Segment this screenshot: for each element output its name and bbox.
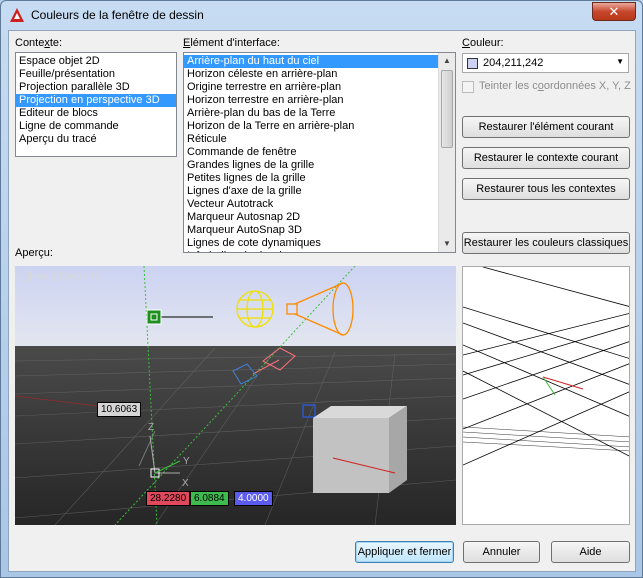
color-swatch: [467, 58, 478, 69]
context-listbox[interactable]: Espace objet 2D Feuille/présentation Proje…: [15, 52, 177, 157]
scroll-up-icon[interactable]: ▲: [439, 53, 455, 69]
coord-x-tooltip: 28.2280: [146, 491, 191, 506]
close-button[interactable]: ✕: [592, 2, 636, 21]
list-item[interactable]: Horizon terrestre en arrière-plan: [184, 94, 455, 107]
list-item[interactable]: Aperçu du tracé: [16, 133, 176, 146]
dialog-window: Couleurs de la fenêtre de dessin ✕ Conte…: [0, 0, 643, 578]
color-value: 204,211,242: [483, 57, 544, 69]
restore-element-button[interactable]: Restaurer l'élément courant: [462, 116, 630, 138]
list-item[interactable]: Vecteur Autotrack: [184, 198, 455, 211]
list-item[interactable]: Petites lignes de la grille: [184, 172, 455, 185]
cancel-button[interactable]: Annuler: [463, 541, 540, 563]
context-label: Contexte:: [15, 37, 63, 49]
side-preview-viewport: [462, 266, 630, 525]
preview-viewport: [+][Haut][Rayon X] 10.6063 Z Y X 28.2280…: [15, 266, 456, 525]
list-item[interactable]: Ligne de commande: [16, 120, 176, 133]
coord-z-tooltip: 4.0000: [234, 491, 273, 506]
list-item[interactable]: Lignes d'axe de la grille: [184, 185, 455, 198]
color-label: Couleur:: [462, 37, 504, 49]
chevron-down-icon[interactable]: ▼: [616, 57, 624, 66]
list-item[interactable]: Marqueur AutoSnap 3D: [184, 224, 455, 237]
color-combobox[interactable]: 204,211,242 ▼: [462, 53, 629, 73]
list-item[interactable]: Réticule: [184, 133, 455, 146]
tint-xyz-label: Teinter les coordonnées X, Y, Z: [479, 80, 631, 92]
list-item[interactable]: Arrière-plan du bas de la Terre: [184, 107, 455, 120]
close-icon: ✕: [608, 4, 620, 19]
list-item[interactable]: Origine terrestre en arrière-plan: [184, 81, 455, 94]
restore-classic-button[interactable]: Restaurer les couleurs classiques: [462, 232, 630, 254]
interface-element-listbox[interactable]: ▲ ▼ Arrière-plan du haut du ciel Horizon …: [183, 52, 456, 253]
side-preview-scene: [463, 267, 629, 466]
restore-all-button[interactable]: Restaurer tous les contextes: [462, 178, 630, 200]
x-axis-label: X: [182, 478, 189, 489]
list-item[interactable]: Horizon céleste en arrière-plan: [184, 68, 455, 81]
element-scrollbar[interactable]: ▲ ▼: [438, 53, 455, 252]
dialog-body: Contexte: Espace objet 2D Feuille/présent…: [8, 30, 636, 572]
list-item[interactable]: Arrière-plan du haut du ciel: [184, 55, 455, 68]
list-item[interactable]: Espace objet 2D: [16, 55, 176, 68]
apply-close-button[interactable]: Appliquer et fermer: [355, 541, 454, 563]
list-item[interactable]: Projection parallèle 3D: [16, 81, 176, 94]
tint-xyz-checkbox[interactable]: [462, 81, 474, 93]
list-item[interactable]: Lignes de cote dynamiques: [184, 237, 455, 250]
list-item[interactable]: Marqueur Autosnap 2D: [184, 211, 455, 224]
z-axis-label: Z: [148, 422, 155, 433]
list-item[interactable]: Feuille/présentation: [16, 68, 176, 81]
help-button[interactable]: Aide: [551, 541, 630, 563]
y-axis-label: Y: [183, 456, 190, 467]
autocad-logo-icon: [10, 8, 24, 22]
interface-element-label: Elément d'interface:: [183, 37, 280, 49]
window-title: Couleurs de la fenêtre de dessin: [31, 8, 204, 22]
list-item[interactable]: Projection en perspective 3D: [16, 94, 176, 107]
preview-scene: [15, 266, 456, 525]
list-item[interactable]: Info-bulles de dessin: [184, 250, 455, 252]
coord-y-tooltip: 6.0884: [190, 491, 229, 506]
list-item[interactable]: Grandes lignes de la grille: [184, 159, 455, 172]
viewport-label[interactable]: [+][Haut][Rayon X]: [18, 271, 100, 282]
scroll-down-icon[interactable]: ▼: [439, 236, 455, 252]
dimension-tooltip: 10.6063: [97, 402, 142, 417]
scroll-thumb[interactable]: [441, 70, 453, 148]
title-bar[interactable]: Couleurs de la fenêtre de dessin ✕: [1, 1, 642, 29]
preview-label: Aperçu:: [15, 247, 53, 259]
list-item[interactable]: Horizon de la Terre en arrière-plan: [184, 120, 455, 133]
restore-context-button[interactable]: Restaurer le contexte courant: [462, 147, 630, 169]
list-item[interactable]: Editeur de blocs: [16, 107, 176, 120]
list-item[interactable]: Commande de fenêtre: [184, 146, 455, 159]
